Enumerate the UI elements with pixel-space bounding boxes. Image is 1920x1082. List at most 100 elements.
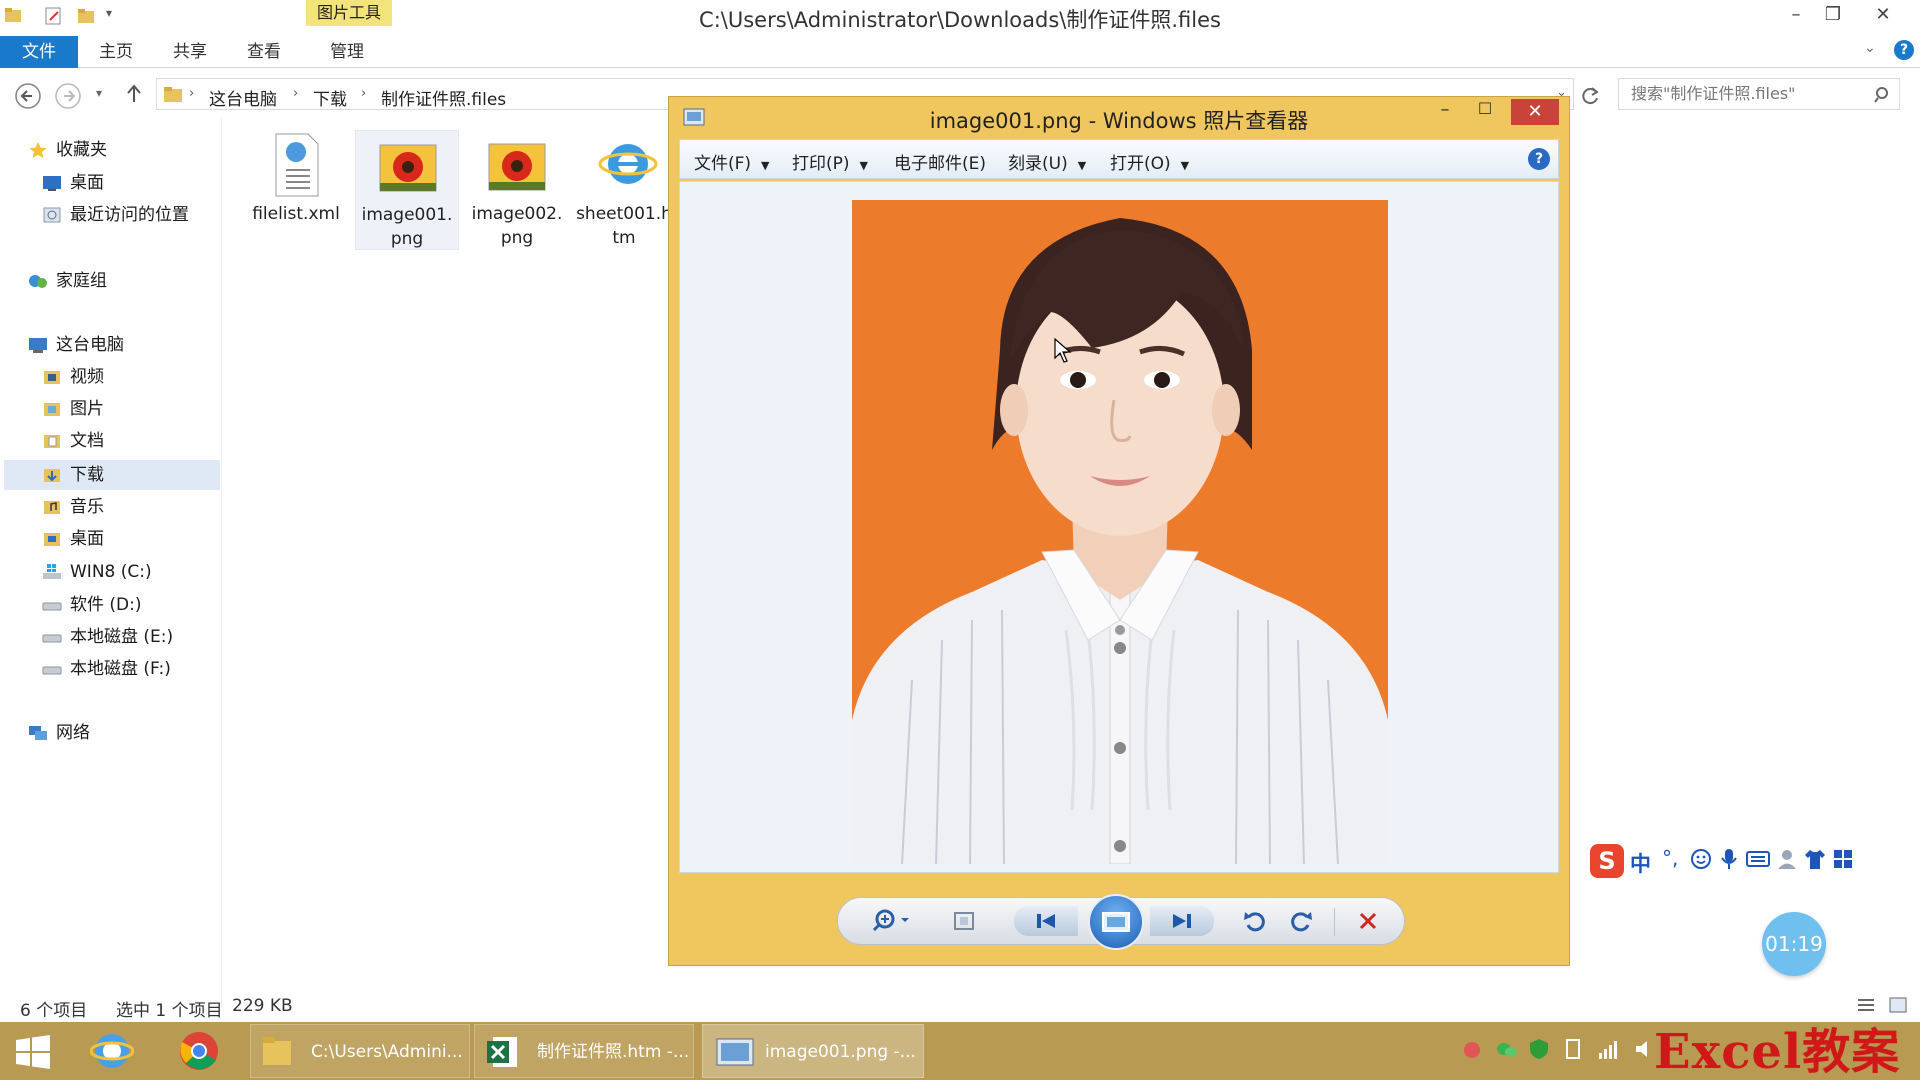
computer-icon <box>28 336 48 354</box>
ime-toolbar: S 中 °, <box>1590 842 1886 882</box>
back-button[interactable] <box>14 82 42 110</box>
security-shield-icon[interactable] <box>1528 1038 1550 1060</box>
viewer-maximize-button[interactable]: ☐ <box>1467 99 1503 125</box>
dropdown-arrow-icon: ▼ <box>859 159 868 172</box>
user-icon[interactable] <box>1776 848 1798 870</box>
recent-locations-icon[interactable]: ▾ <box>96 86 102 100</box>
png-file-icon <box>378 131 438 201</box>
breadcrumb-downloads[interactable]: 下载 <box>313 85 347 110</box>
close-button[interactable]: ✕ <box>1860 0 1906 30</box>
tab-view[interactable]: 查看 <box>234 36 294 68</box>
photo-viewer-toolbar <box>837 894 1405 950</box>
taskbar-button-excel[interactable]: 制作证件照.htm -... <box>474 1024 694 1078</box>
downloads-folder-icon <box>42 466 62 484</box>
tab-manage[interactable]: 管理 <box>316 36 378 68</box>
viewer-close-button[interactable]: ✕ <box>1511 99 1559 125</box>
punctuation-icon[interactable]: °, <box>1662 846 1678 870</box>
internet-explorer-icon <box>598 130 658 200</box>
file-item-sheet001[interactable]: sheet001.h tm <box>576 130 672 250</box>
rotate-right-icon[interactable] <box>1282 906 1322 936</box>
photo-viewer-app-icon <box>715 1035 755 1069</box>
skin-shirt-icon[interactable] <box>1804 848 1826 870</box>
toolbox-grid-icon[interactable] <box>1832 848 1854 870</box>
up-button[interactable] <box>124 82 144 106</box>
search-icon[interactable] <box>1874 86 1892 104</box>
menu-print[interactable]: 打印(P) ▼ <box>792 149 868 174</box>
file-name: sheet001.h <box>576 204 672 224</box>
folder-icon <box>261 1035 293 1069</box>
taskbar: C:\Users\Admini... 制作证件照.htm -... image0… <box>0 1022 1920 1080</box>
nav-selection-highlight <box>4 460 220 490</box>
dropdown-arrow-icon: ▼ <box>1180 159 1190 172</box>
emoji-icon[interactable] <box>1690 848 1712 870</box>
recording-timer: 01:19 <box>1762 912 1826 976</box>
microphone-icon[interactable] <box>1720 848 1738 870</box>
tab-file[interactable]: 文件 <box>0 36 78 68</box>
file-item-image001[interactable]: image001. png <box>355 130 459 250</box>
excel-jiaoan-watermark: Excel教案 <box>1654 1024 1901 1080</box>
help-icon[interactable]: ? <box>1894 40 1914 60</box>
file-item-image002[interactable]: image002. png <box>465 130 569 250</box>
keyboard-icon[interactable] <box>1746 850 1770 868</box>
actual-size-icon[interactable] <box>944 906 984 936</box>
file-item-filelist[interactable]: filelist.xml <box>244 130 348 250</box>
tray-app-icon[interactable] <box>1462 1040 1482 1060</box>
photo-viewer-window: image001.png - Windows 照片查看器 – ☐ ✕ 文件(F)… <box>668 96 1570 966</box>
start-windows-icon[interactable] <box>14 1034 52 1070</box>
next-icon[interactable] <box>1150 906 1214 936</box>
file-extension: tm <box>612 228 636 248</box>
taskbar-button-explorer[interactable]: C:\Users\Admini... <box>250 1024 470 1078</box>
menu-email[interactable]: 电子邮件(E) <box>894 149 986 174</box>
file-name: image001. <box>361 205 453 225</box>
selected-count: 选中 1 个项目 <box>116 1001 223 1021</box>
internet-explorer-icon[interactable] <box>90 1030 134 1072</box>
refresh-button[interactable] <box>1578 84 1602 108</box>
network-signal-icon[interactable] <box>1598 1038 1620 1060</box>
ime-mode-chinese[interactable]: 中 <box>1630 848 1651 878</box>
homegroup-icon <box>28 272 48 290</box>
item-count: 6 个项目 <box>20 1001 88 1021</box>
zoom-icon[interactable] <box>866 906 916 936</box>
explorer-title-bar: ▾ 图片工具 C:\Users\Administrator\Downloads\… <box>0 0 1920 32</box>
dropdown-arrow-icon: ▼ <box>1077 159 1087 172</box>
toolbar-divider <box>1334 908 1335 936</box>
breadcrumb-current-folder[interactable]: 制作证件照.files <box>381 85 506 110</box>
breadcrumb-chevron-icon: › <box>293 86 299 101</box>
wechat-icon[interactable] <box>1496 1040 1518 1060</box>
excel-icon <box>485 1035 519 1069</box>
menu-file[interactable]: 文件(F) ▼ <box>694 149 770 174</box>
rotate-left-icon[interactable] <box>1234 906 1274 936</box>
tab-home[interactable]: 主页 <box>86 36 146 68</box>
viewer-minimize-button[interactable]: – <box>1427 99 1463 125</box>
expand-ribbon-icon[interactable]: ⌄ <box>1864 40 1876 56</box>
mouse-cursor-icon <box>1054 338 1072 364</box>
sogou-logo-icon[interactable]: S <box>1590 844 1624 878</box>
slideshow-icon[interactable] <box>1088 894 1144 950</box>
breadcrumb-chevron-icon: › <box>189 86 195 101</box>
file-name: image002. <box>471 204 563 224</box>
menu-open[interactable]: 打开(O) ▼ <box>1110 149 1189 174</box>
volume-icon[interactable] <box>1634 1038 1656 1060</box>
breadcrumb-chevron-icon: › <box>361 86 367 101</box>
taskbar-button-photo-viewer[interactable]: image001.png -... <box>702 1024 924 1078</box>
music-folder-icon <box>42 498 62 516</box>
previous-icon[interactable] <box>1014 906 1078 936</box>
drive-icon <box>42 596 62 614</box>
drive-icon <box>42 660 62 678</box>
breadcrumb-this-pc[interactable]: 这台电脑 <box>209 85 277 110</box>
restore-button[interactable]: ❐ <box>1810 0 1856 30</box>
chrome-icon[interactable] <box>178 1030 220 1072</box>
folder-icon <box>163 85 183 103</box>
help-icon[interactable]: ? <box>1528 148 1550 170</box>
menu-burn[interactable]: 刻录(U) ▼ <box>1008 149 1086 174</box>
status-bar: 6 个项目 选中 1 个项目 229 KB <box>0 994 1920 1022</box>
id-photo-image <box>852 200 1388 864</box>
drive-icon <box>42 628 62 646</box>
tray-device-icon[interactable] <box>1564 1038 1582 1060</box>
delete-icon[interactable] <box>1348 906 1388 936</box>
tab-share[interactable]: 共享 <box>160 36 220 68</box>
forward-button[interactable] <box>54 82 82 110</box>
search-input[interactable]: 搜索"制作证件照.files" <box>1618 78 1900 110</box>
recent-places-icon <box>42 206 62 224</box>
network-icon <box>28 724 48 742</box>
